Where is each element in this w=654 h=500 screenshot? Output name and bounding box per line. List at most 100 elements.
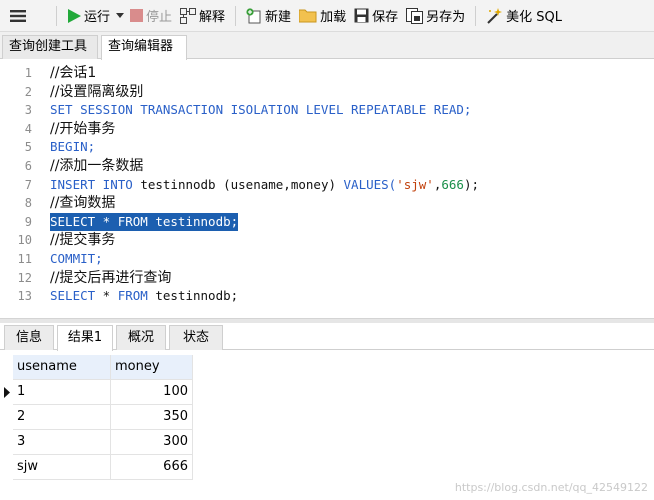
code-identifier: testinnodb; [147,288,239,304]
dropdown-arrow-icon [116,12,125,18]
save-as-label: 另存为 [426,10,466,25]
code-keyword: FROM [117,288,148,304]
cell-money[interactable]: 100 [111,380,193,405]
cell-money[interactable]: 350 [111,405,193,430]
run-button[interactable]: 运行 [63,3,114,29]
sql-editor[interactable]: 1 //会话1 2 //设置隔离级别 3 SET SESSION TRANSAC… [0,60,654,318]
code-selection: SELECT * FROM testinnodb; [50,212,239,232]
cell-money[interactable]: 300 [111,430,193,455]
beautify-wand-icon [487,7,503,24]
load-button[interactable]: 加载 [295,3,350,29]
tab-status-label: 状态 [182,330,209,345]
run-icon [68,8,81,23]
code-line: 10 //提交事务 [0,231,654,250]
load-label: 加载 [320,10,347,25]
line-number: 4 [24,121,32,136]
cell-usename[interactable]: 2 [13,405,111,430]
menu-button[interactable] [0,3,36,29]
code-line: 11 COMMIT; [0,250,654,269]
tab-query-editor-label: 查询编辑器 [108,39,174,54]
tab-status[interactable]: 状态 [169,325,223,350]
line-number: 3 [24,103,32,118]
save-label: 保存 [372,10,399,25]
toolbar-separator [56,5,57,26]
code-line: 5 BEGIN; [0,138,654,157]
line-number: 12 [17,270,32,285]
load-folder-icon [299,9,317,23]
stop-icon [130,9,144,22]
code-punct: ); [463,176,480,192]
toolbar-separator [475,5,477,26]
code-line: 6 //添加一条数据 [0,157,654,176]
beautify-sql-button[interactable]: 美化 SQL [482,3,566,29]
toolbar: 运行 停止 解释 新建 加载 保存 另存为 美化 SQL [0,0,654,32]
save-as-button[interactable]: 另存为 [402,3,469,29]
stop-button[interactable]: 停止 [126,3,176,29]
cell-usename[interactable]: 1 [13,380,111,405]
save-icon [354,8,369,23]
save-as-icon [406,7,424,24]
line-number: 11 [17,252,32,266]
line-number: 6 [24,159,32,173]
code-line: 2 //设置隔离级别 [0,83,654,102]
run-label: 运行 [84,10,111,25]
cell-usename[interactable]: sjw [13,455,111,480]
code-line: 4 //开始事务 [0,120,654,139]
cell-usename[interactable]: 3 [13,430,111,455]
line-number: 8 [24,196,32,211]
code-comment: //开始事务 [50,120,116,137]
code-keyword: VALUES( [343,176,397,192]
cell-money[interactable]: 666 [111,455,193,480]
explain-label: 解释 [199,10,226,25]
explain-icon [180,7,197,24]
tab-result1-label: 结果1 [67,330,103,345]
line-number: 10 [17,233,32,248]
new-query-label: 新建 [265,10,292,25]
line-number: 5 [24,140,32,155]
code-comment: //提交后再进行查询 [50,269,172,286]
code-keyword: SELECT [50,288,96,304]
code-line: 12 //提交后再进行查询 [0,269,654,288]
tab-info-label: 信息 [15,330,42,345]
code-comment: //提交事务 [50,232,116,249]
line-number: 7 [24,177,32,192]
tab-query-editor[interactable]: 查询编辑器 [101,35,187,60]
code-line: 3 SET SESSION TRANSACTION ISOLATION LEVE… [0,101,654,120]
tab-query-builder-label: 查询创建工具 [9,39,88,54]
code-keyword: INSERT INTO [50,176,133,192]
code-line: 8 //查询数据 [0,194,654,213]
code-line: 7 INSERT INTO testinnodb (usename,money)… [0,176,654,195]
tab-profile[interactable]: 概况 [116,325,166,350]
line-number: 1 [24,66,32,80]
beautify-sql-label: 美化 SQL [506,10,562,25]
stop-label: 停止 [146,10,173,25]
line-number: 2 [24,84,32,99]
code-string: 'sjw' [396,176,434,192]
code-comment: //查询数据 [50,195,116,212]
column-header-money[interactable]: money [111,355,193,380]
menu-icon [10,9,26,22]
toolbar-separator [235,5,237,26]
code-keyword: BEGIN; [50,139,96,155]
run-dropdown-button[interactable] [114,3,126,29]
tab-info[interactable]: 信息 [4,325,54,350]
editor-tab-bar: 查询创建工具 查询编辑器 [0,32,654,60]
watermark: https://blog.csdn.net/qq_42549122 [454,481,648,494]
explain-button[interactable]: 解释 [176,3,229,29]
code-line: 13 SELECT * FROM testinnodb; [0,287,654,306]
save-button[interactable]: 保存 [350,3,402,29]
column-header-usename[interactable]: usename [13,355,111,380]
new-query-button[interactable]: 新建 [242,3,295,29]
code-keyword: COMMIT; [50,251,103,266]
current-row-icon [4,387,10,398]
code-line-selected: 9 SELECT * FROM testinnodb; [0,212,654,232]
code-identifier: testinnodb (usename,money) [132,176,344,192]
code-line: 1 //会话1 [0,64,654,83]
code-comment: //添加一条数据 [50,158,144,174]
code-operator: * [95,288,118,304]
line-number: 9 [24,214,32,229]
tab-result1[interactable]: 结果1 [57,325,113,351]
result-tab-bar: 信息 结果1 概况 状态 [0,323,654,351]
code-keyword: SET SESSION TRANSACTION ISOLATION LEVEL … [50,102,472,118]
tab-query-builder[interactable]: 查询创建工具 [2,35,98,59]
